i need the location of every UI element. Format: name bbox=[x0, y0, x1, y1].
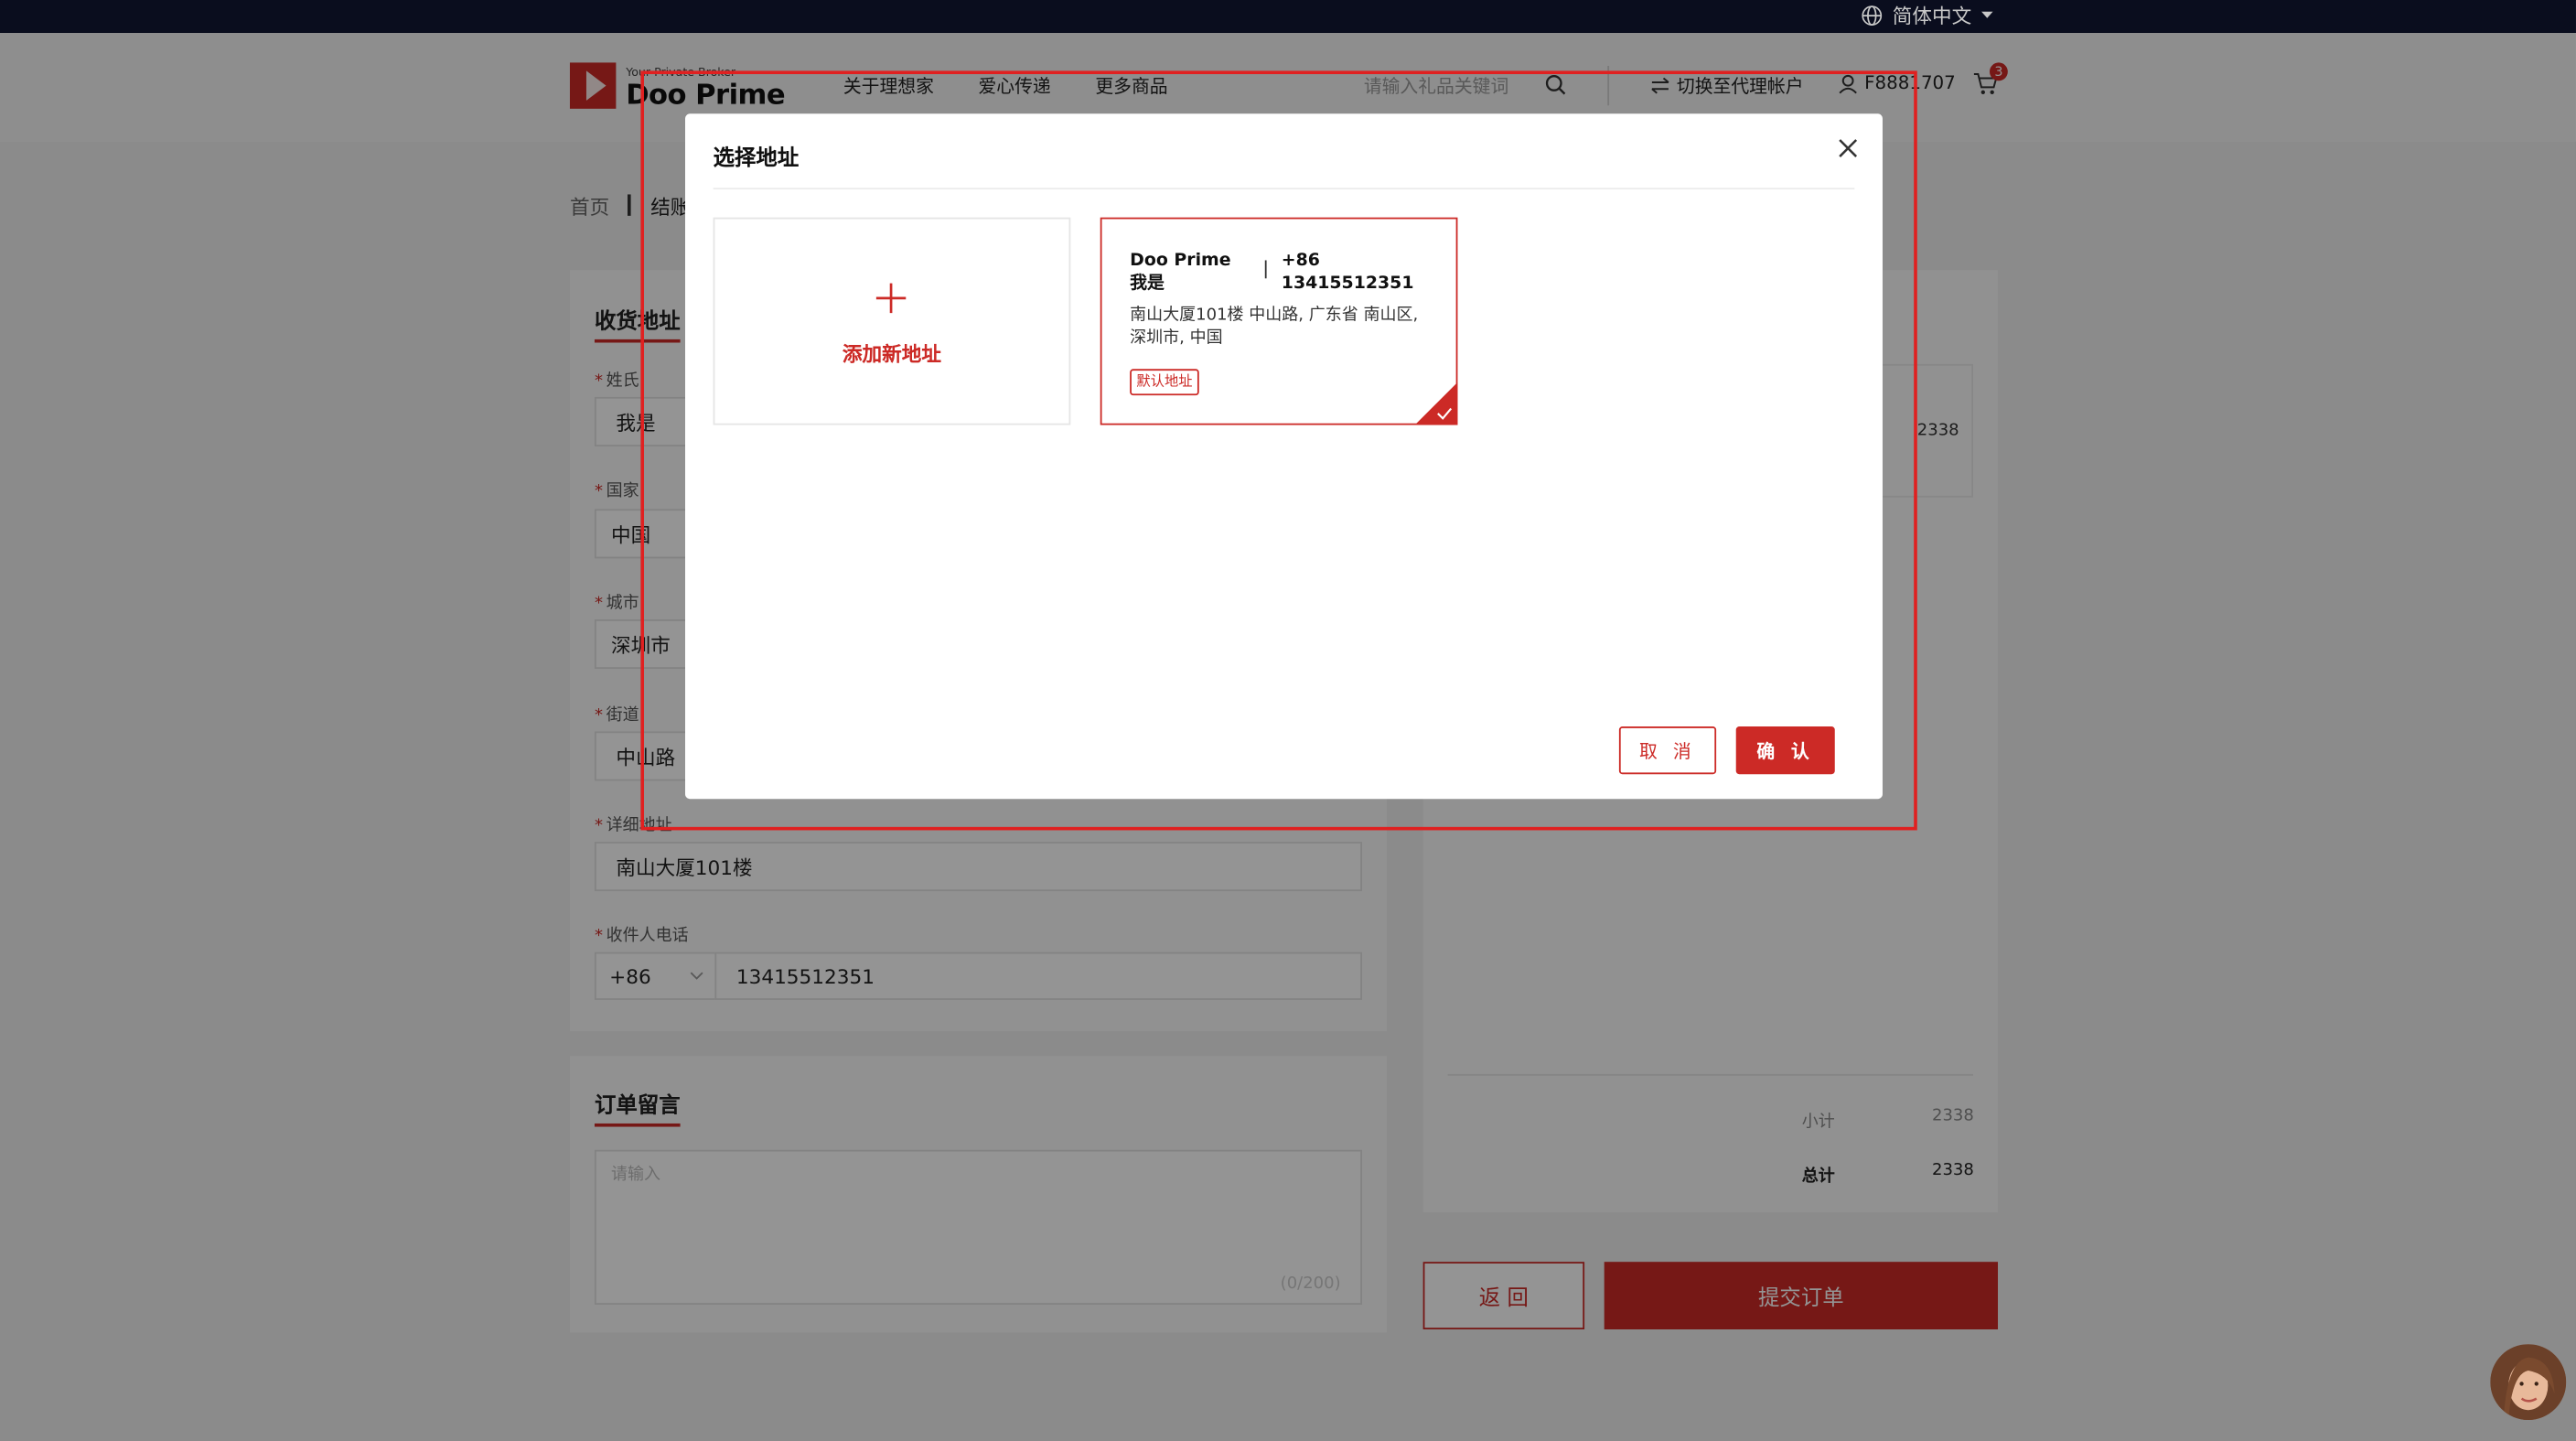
language-label: 简体中文 bbox=[1892, 4, 1972, 27]
globe-icon bbox=[1862, 5, 1883, 26]
selected-check-icon bbox=[1414, 382, 1458, 425]
support-chat-avatar[interactable] bbox=[2490, 1344, 2567, 1421]
default-address-badge: 默认地址 bbox=[1130, 369, 1199, 396]
language-switcher[interactable]: 简体中文 bbox=[1862, 0, 1993, 29]
close-icon[interactable] bbox=[1837, 136, 1860, 159]
address-line: 南山大厦101楼 中山路, 广东省 南山区, 深圳市, 中国 bbox=[1130, 306, 1419, 345]
caret-down-icon bbox=[1981, 10, 1993, 17]
add-new-address-label: 添加新地址 bbox=[842, 342, 941, 366]
select-address-modal bbox=[685, 113, 1883, 800]
modal-title: 选择地址 bbox=[713, 146, 800, 172]
plus-icon bbox=[875, 283, 907, 314]
confirm-button[interactable]: 确 认 bbox=[1735, 726, 1835, 775]
cancel-button[interactable]: 取 消 bbox=[1618, 726, 1717, 775]
address-phone: +86 13415512351 bbox=[1281, 250, 1414, 294]
top-bar bbox=[0, 0, 2576, 34]
modal-divider bbox=[713, 188, 1855, 190]
add-new-address-card[interactable] bbox=[713, 217, 1071, 425]
address-recipient-name: Doo Prime 我是 bbox=[1130, 250, 1231, 294]
address-separator bbox=[1264, 260, 1267, 279]
